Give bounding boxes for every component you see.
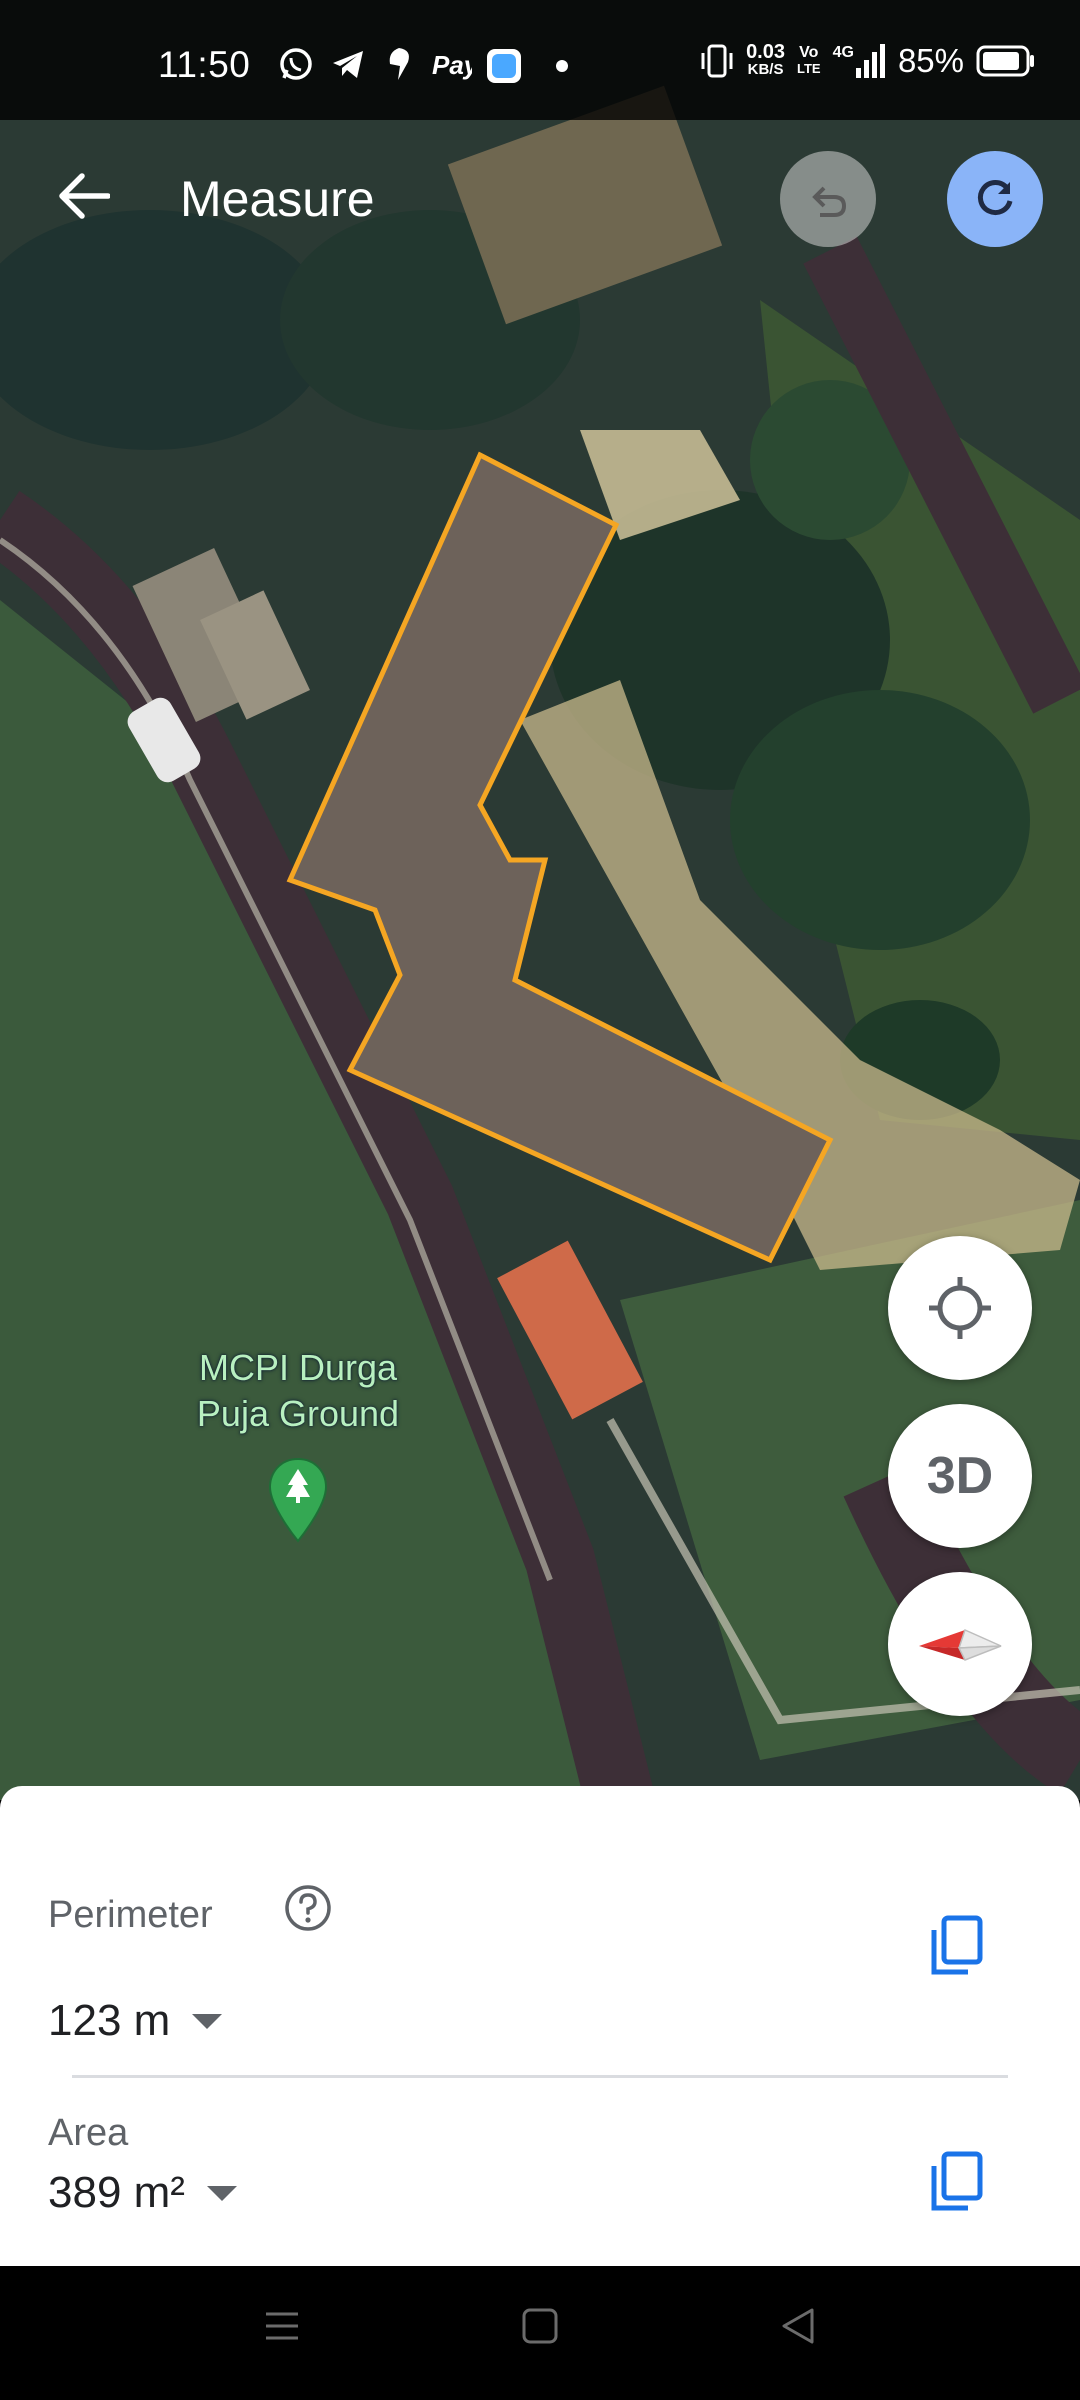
measure-sheet: Perimeter 123 m Area 389 m² [0, 1786, 1080, 2266]
network-type: 4G [832, 44, 854, 61]
redo-button[interactable] [947, 151, 1043, 247]
vibrate-icon [701, 44, 733, 78]
paytm-icon: Pay [432, 50, 472, 80]
battery-percent: 85% [897, 42, 964, 79]
status-right: 0.03 KB/S Vo LTE 4G 85% [700, 42, 1036, 80]
status-time: 11:50 [158, 44, 251, 85]
navigation-bar [0, 2266, 1080, 2400]
perimeter-label: Perimeter [48, 1894, 213, 1936]
sheet-divider [72, 2075, 1008, 2078]
undo-button[interactable] [780, 151, 876, 247]
help-icon[interactable] [283, 1883, 333, 1933]
arrow-back-icon [59, 173, 110, 219]
my-location-button[interactable] [888, 1236, 1032, 1380]
signal-indicator: 4G [833, 44, 886, 78]
redo-icon [977, 180, 1013, 215]
volte-bottom: LTE [797, 61, 821, 76]
location-arrow-icon [389, 48, 409, 80]
3d-toggle-button[interactable]: 3D [888, 1404, 1032, 1548]
battery-icon [976, 45, 1034, 77]
compass-icon [919, 1628, 1002, 1661]
recents-icon[interactable] [262, 2306, 302, 2346]
place-label[interactable]: MCPI Durga Puja Ground [160, 1345, 436, 1437]
more-notifications-dot [556, 60, 568, 72]
area-value: 389 m² [48, 2168, 185, 2217]
my-location-icon [929, 1277, 991, 1339]
whatsapp-icon [280, 48, 312, 80]
telegram-icon [333, 51, 363, 78]
compass-button[interactable] [888, 1572, 1032, 1716]
home-icon[interactable] [520, 2306, 560, 2346]
net-speed-value: 0.03 [746, 41, 785, 63]
place-name-line2: Puja Ground [196, 1393, 400, 1434]
undo-icon [812, 186, 847, 217]
nav-back-icon[interactable] [778, 2306, 818, 2346]
area-dropdown[interactable]: 389 m² [48, 2168, 237, 2218]
chevron-down-icon [192, 2013, 223, 2029]
copy-icon[interactable] [928, 2150, 984, 2214]
perimeter-dropdown[interactable]: 123 m [48, 1996, 223, 2046]
volte-indicator: Vo LTE [797, 45, 821, 77]
area-label: Area [48, 2112, 129, 2154]
back-button[interactable] [48, 160, 120, 232]
signal-icon [855, 44, 885, 78]
page-title: Measure [180, 171, 375, 227]
chevron-down-icon [206, 2185, 237, 2201]
place-name-line1: MCPI Durga [198, 1347, 398, 1388]
status-bar: 11:50 Pay 0.03 KB/S Vo LTE 4G [0, 0, 1080, 120]
copy-icon[interactable] [928, 1914, 984, 1978]
perimeter-value: 123 m [48, 1996, 171, 2045]
svg-text:Pay: Pay [432, 50, 472, 80]
net-speed-unit: KB/S [747, 61, 784, 78]
volte-top: Vo [799, 44, 819, 61]
app-notification-icon [487, 49, 521, 83]
net-speed: 0.03 KB/S [746, 41, 785, 79]
park-pin-icon[interactable] [266, 1455, 330, 1545]
